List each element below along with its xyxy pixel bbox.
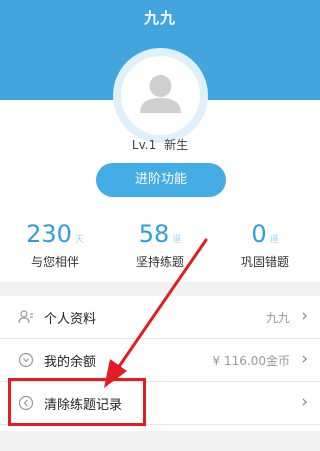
annotation-overlay [104,238,208,388]
annotation-arrow-shaft [116,238,208,370]
annotation-arrow-head [104,359,127,388]
